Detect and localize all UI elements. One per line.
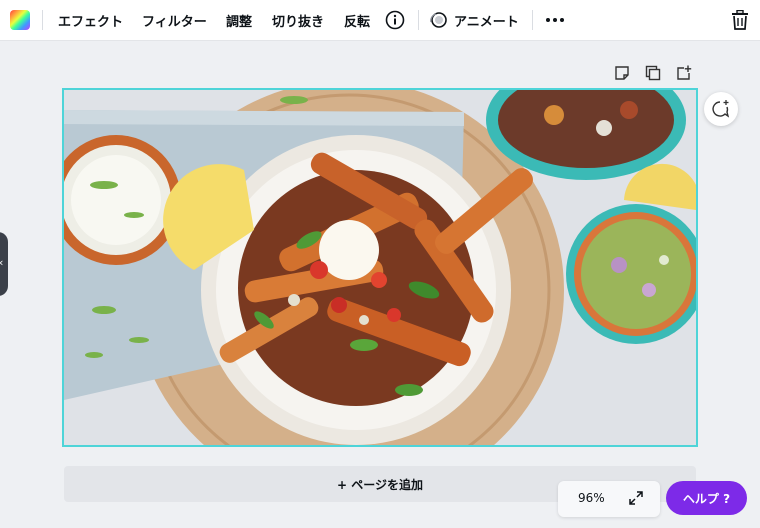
add-comment-button[interactable] [704,92,738,126]
crop-button[interactable]: 切り抜き [272,0,324,40]
comment-plus-icon [712,100,730,118]
flip-button[interactable]: 反転 [344,0,370,40]
trash-icon[interactable] [729,9,751,31]
zoom-value: 96% [578,491,605,505]
info-icon[interactable] [384,9,406,31]
selected-image[interactable] [62,88,698,447]
food-photo [64,90,696,445]
fullscreen-icon[interactable] [628,490,644,510]
toolbar-divider [42,10,43,30]
animate-button[interactable]: アニメート [454,0,519,40]
add-page-icon[interactable] [674,63,694,83]
duplicate-page-icon[interactable] [643,63,663,83]
filter-button[interactable]: フィルター [142,0,207,40]
chevron-left-icon: ‹ [0,256,3,269]
top-toolbar: エフェクト フィルター 調整 切り抜き 反転 アニメート [0,0,760,41]
zoom-control[interactable]: 96% [558,481,660,517]
animate-icon[interactable] [428,10,448,30]
more-options-icon[interactable] [544,10,566,30]
color-swatch-icon[interactable] [10,10,30,30]
adjust-button[interactable]: 調整 [226,0,252,40]
toolbar-divider [532,10,533,30]
side-panel-toggle[interactable]: ‹ [0,232,8,296]
help-button[interactable]: ヘルプ ? [666,481,747,515]
effects-button[interactable]: エフェクト [58,0,123,40]
page-notes-icon[interactable] [612,63,632,83]
toolbar-divider [418,10,419,30]
